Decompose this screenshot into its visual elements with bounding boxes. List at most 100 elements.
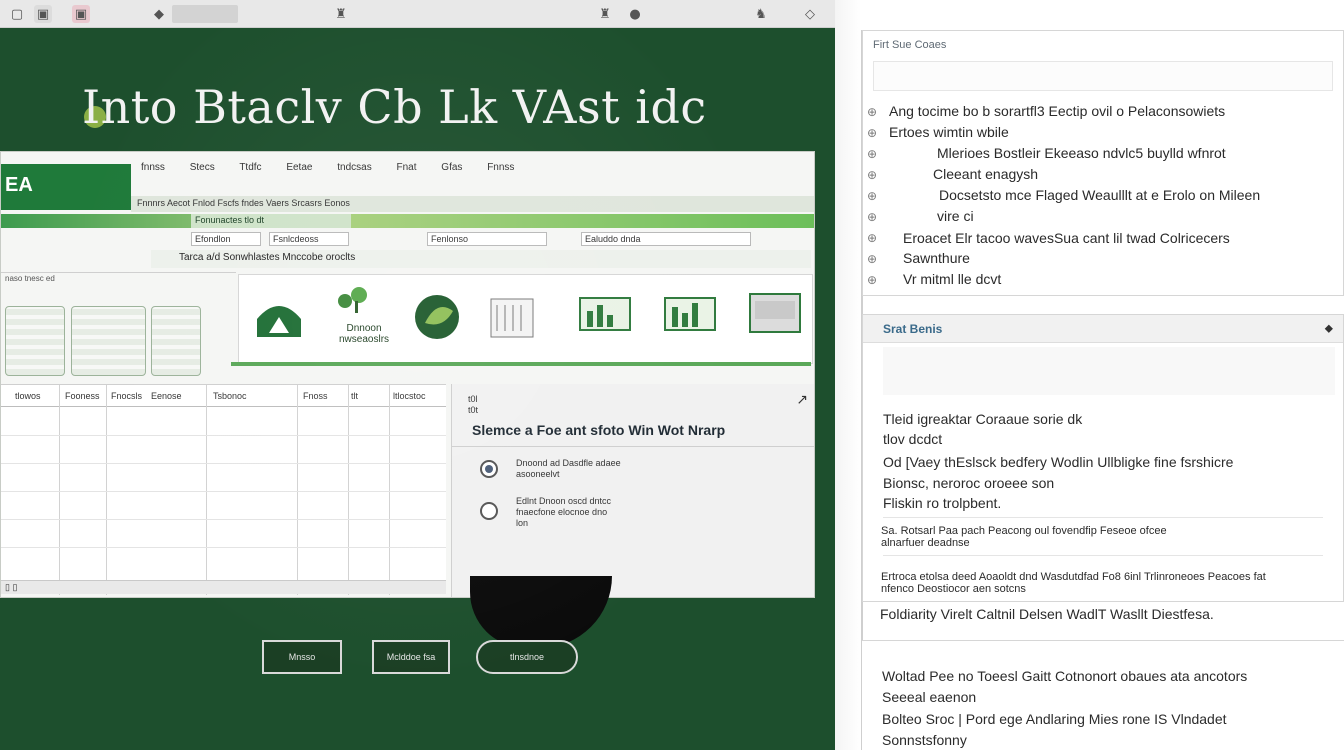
column-divider [106,385,107,595]
app-subtitle: Tarca a/d Sonwhlastes Mnccobe oroclts [151,250,811,268]
menu-item[interactable]: Fnat [397,162,417,173]
settings-icon[interactable]: ● [626,5,644,23]
doc-line: Foldiarity Virelt Caltnil Delsen WadlT W… [880,606,1214,622]
bullet-icon: ⊕ [867,273,878,287]
app-logo: EA [1,164,131,210]
doc-line: Sa. Rotsarl Paa pach Peacong oul fovendf… [881,525,1167,537]
app-field-row: Efondlon Fsnlcdeoss Fenlonso Ealuddo dnd… [191,232,811,248]
table-row[interactable] [1,435,446,436]
dome-icon [257,306,301,337]
app-field[interactable]: Fenlonso [427,232,547,246]
column-header[interactable]: Fnocsls [111,391,142,401]
app-screenshot: EA fnnss Stecs Ttdfc Eetae tndcsas Fnat … [0,151,815,598]
tile-icon[interactable]: ▣ [34,5,52,23]
panel-thumbnail-icon [749,293,801,333]
panel-title: Slemce a Foe ant sfoto Win Wot Nrarp [472,422,726,438]
doc-line: Vr mitml lle dcvt [903,271,1002,287]
bullet-icon: ⊕ [867,231,878,245]
headline: Into Btaclv Cb Lk VAst idc [82,80,707,134]
pin-icon[interactable]: ♜ [332,5,350,23]
doc-line: Sawnthure [903,250,970,266]
doc-line: Od [Vaey thEslsck bedfery Wodlin Ullblig… [883,454,1234,470]
menu-item[interactable]: fnnss [141,162,165,173]
menu-item[interactable]: Stecs [190,162,215,173]
app-field[interactable]: Ealuddo dnda [581,232,751,246]
column-header[interactable]: tlowos [15,391,41,401]
bullet-icon: ⊕ [867,189,878,203]
doc-line: Tleid igreaktar Coraaue sorie dk [883,411,1083,427]
app-menubar: fnnss Stecs Ttdfc Eetae tndcsas Fnat Gfa… [141,162,811,182]
app-field[interactable]: Fsnlcdeoss [269,232,349,246]
doc-line: alnarfuer deadnse [881,537,970,549]
bookmark-icon[interactable]: ♜ [596,5,614,23]
app-field[interactable]: Efondlon [191,232,261,246]
chart-thumbnail-icon [664,297,716,331]
presentation-stage: Into Btaclv Cb Lk VAst idc EA fnnss Stec… [0,28,835,750]
tile-icon[interactable]: ▣ [72,5,90,23]
table-row[interactable] [1,547,446,548]
app-accent-bar [1,214,814,228]
feature-card: Dnnoon nwseaoslrs [238,274,813,364]
column-header[interactable]: Eenose [151,391,182,401]
bullet-icon: ⊕ [867,105,878,119]
bullet-icon: ⊕ [867,252,878,266]
document-icon [490,298,534,338]
app-tab[interactable]: Fonunactes tlo dt [191,214,351,228]
table-row[interactable] [1,491,446,492]
section-header: Srat Benis ⬥ [863,315,1343,343]
doc-line: Sonnstsfonny [882,732,967,748]
doc-line: Eroacet Elr tacoo wavesSua cant lil twad… [903,230,1230,246]
bell-icon[interactable]: ◆ [150,5,168,23]
table-header: tlowos Fooness Fnocsls Eenose Tsbonoc Fn… [1,385,446,407]
menu-item[interactable]: Gfas [441,162,462,173]
column-header[interactable]: Tsbonoc [213,391,247,401]
app-ribbon[interactable]: Fnnnrs Aecot Fnlod Fscfs fndes Vaers Src… [131,196,814,212]
menu-item[interactable]: Eetae [286,162,312,173]
column-divider [389,385,390,595]
doc-line: Seeeal eaenon [882,689,977,705]
menu-item[interactable]: Ttdfc [239,162,261,173]
grid-head: naso tnesc ed [5,274,55,283]
table-footer[interactable]: ▯ ▯ [1,580,446,594]
top-toolbar: ▢ ▣ ▣ ◆ ♜ ♜ ● ♞ ◇ [0,0,835,28]
option-label: Dnoond ad Dasdfle adaee asooneelvt [516,458,621,479]
menu-item[interactable]: Fnnss [487,162,514,173]
app-icon[interactable]: ▢ [8,5,26,23]
doc-line: Cleeant enagysh [933,166,1039,182]
doc-line: Fliskin ro trolpbent. [883,495,1002,511]
doc-line: Ertroca etolsa deed Aoaoldt dnd Wasdutdf… [881,571,1266,583]
nav-button[interactable]: tlnsdnoe [476,640,578,674]
lamp-icon[interactable]: ♞ [752,5,770,23]
menu-item[interactable]: tndcsas [337,162,371,173]
table-row[interactable] [1,519,446,520]
data-table: tlowos Fooness Fnocsls Eenose Tsbonoc Fn… [1,384,446,595]
bullet-icon: ⊕ [867,147,878,161]
menu-icon[interactable]: ◇ [796,5,824,23]
nav-button[interactable]: Mclddoe fsa [372,640,450,674]
column-header[interactable]: Fooness [65,391,100,401]
divider [883,555,1323,556]
column-header[interactable]: Fnoss [303,391,328,401]
doc-line: Bionsc, neroroc oroeee son [883,475,1055,491]
chart-thumbnail-icon [579,297,631,331]
column-divider [297,385,298,595]
close-icon[interactable]: ↗ [796,392,808,408]
nav-button[interactable]: Mnsso [262,640,342,674]
table-row[interactable] [1,463,446,464]
panel-step: t0l t0t [468,394,479,415]
search-field[interactable] [172,5,238,23]
option-radio[interactable] [480,502,498,520]
column-header[interactable]: tlt [351,391,358,401]
expand-icon[interactable]: ⬥ [1325,321,1333,336]
device-icon [71,306,146,376]
doc-line: Mlerioes Bostleir Ekeeaso ndvlc5 buylld … [937,145,1226,161]
leaf-icon [415,295,459,339]
rack-icon [151,306,201,376]
section-input[interactable] [873,61,1333,91]
option-radio[interactable] [480,460,498,478]
option-label: Edlnt Dnoon oscd dntcc fnaecfone elocnoe… [516,496,612,528]
doc-line: nfenco Deostiocor aen sotcns [881,583,1026,595]
dialog-panel: t0l t0t ↗ Slemce a Foe ant sfoto Win Wot… [451,384,814,597]
column-header[interactable]: ltlocstoc [393,391,426,401]
doc-line: Docsetsto mce Flaged Weaulllt at e Erolo… [939,187,1261,203]
